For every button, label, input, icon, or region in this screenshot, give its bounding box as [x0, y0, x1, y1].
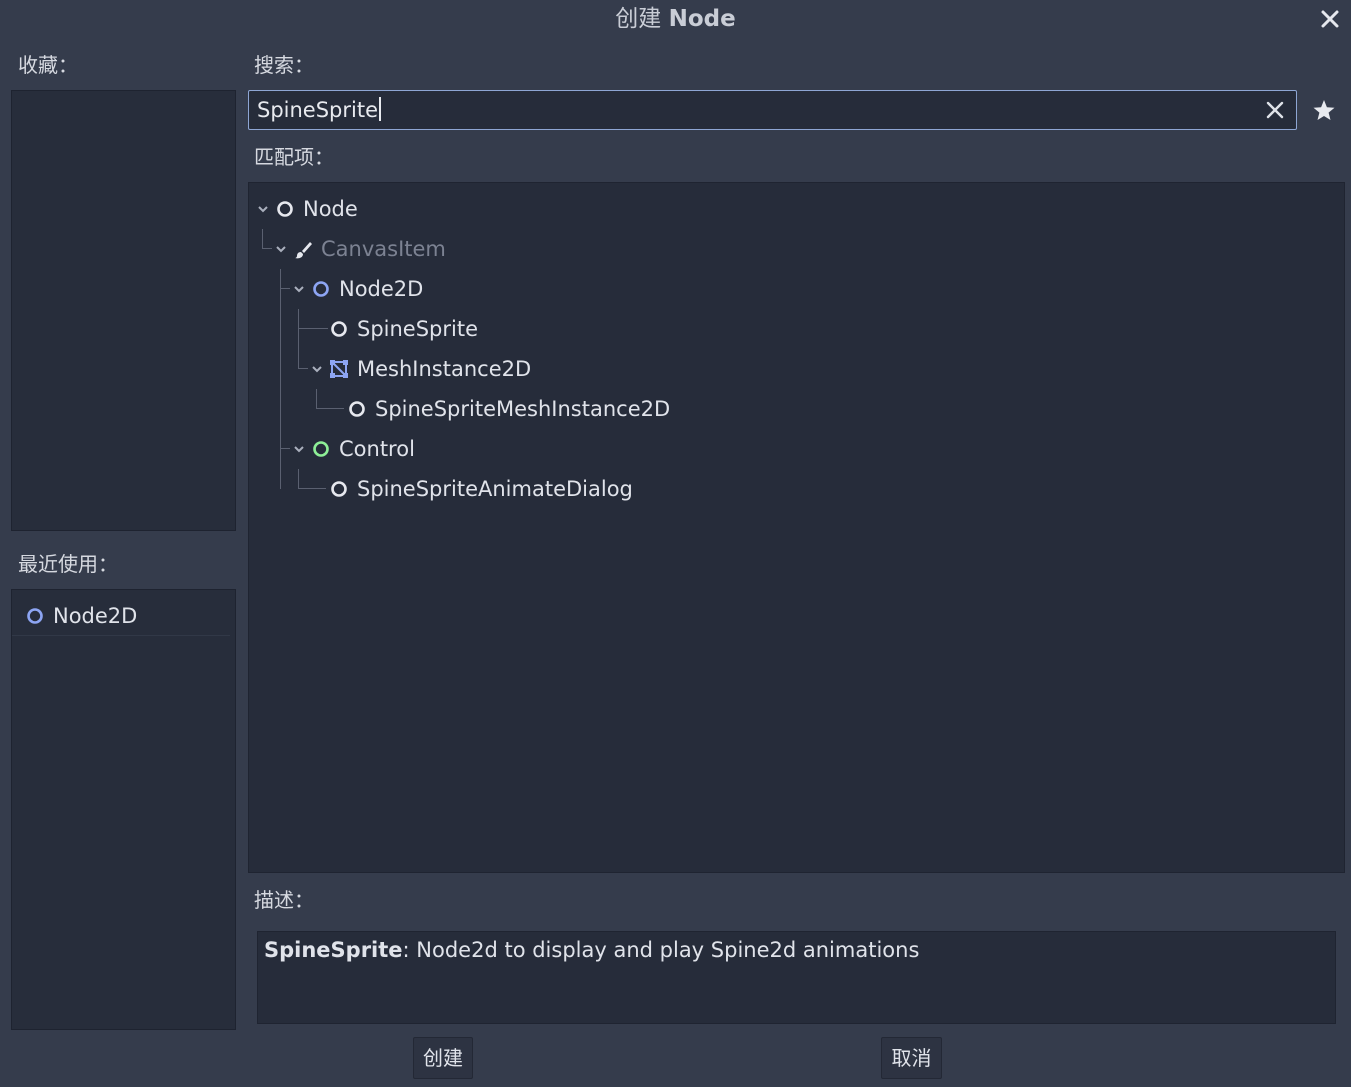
recent-item-label: Node2D: [53, 604, 138, 628]
dialog-title: 创建 Node: [0, 4, 1351, 34]
brush-icon: [295, 242, 312, 259]
chevron-down-icon[interactable]: [293, 443, 305, 455]
clear-search-button[interactable]: [1264, 99, 1286, 121]
dialog-title-prefix: 创建: [615, 6, 662, 32]
tree-item-label: Node: [303, 197, 358, 221]
clear-icon: [1266, 101, 1284, 119]
text-caret: [379, 97, 382, 121]
matches-tree[interactable]: Node CanvasItem Node2D SpineSprite MeshI…: [248, 182, 1345, 873]
mesh-instance-icon: [330, 360, 348, 378]
tree-item-canvasitem[interactable]: CanvasItem: [249, 229, 1344, 269]
favorite-toggle-button[interactable]: [1310, 97, 1338, 125]
chevron-down-icon[interactable]: [257, 203, 269, 215]
tree-item-label: CanvasItem: [321, 237, 446, 261]
description-box: SpineSprite: Node2d to display and play …: [257, 931, 1336, 1024]
tree-item-label: Control: [339, 437, 415, 461]
dialog-title-bold: Node: [668, 6, 736, 32]
cancel-button[interactable]: 取消: [881, 1037, 942, 1079]
node2d-circle-icon: [27, 608, 43, 624]
tree-item-label: SpineSpriteAnimateDialog: [357, 477, 633, 501]
tree-item-control[interactable]: Control: [249, 429, 1344, 469]
tree-item-meshinstance2d[interactable]: MeshInstance2D: [249, 349, 1344, 389]
node-circle-icon: [331, 481, 347, 497]
star-icon: [1313, 100, 1335, 120]
recent-label: 最近使用：: [18, 552, 118, 576]
search-field[interactable]: SpineSprite: [248, 90, 1297, 130]
tree-item-label: MeshInstance2D: [357, 357, 532, 381]
create-node-dialog: 创建 Node 收藏： 最近使用： Node2D 搜索： SpineSprite: [0, 0, 1351, 1087]
search-label: 搜索：: [254, 53, 314, 77]
node-circle-icon: [349, 401, 365, 417]
chevron-down-icon[interactable]: [275, 243, 287, 255]
search-input-value: SpineSprite: [257, 98, 379, 122]
favorites-list[interactable]: [11, 90, 236, 531]
tree-item-label: SpineSpriteMeshInstance2D: [375, 397, 671, 421]
recent-item-node2d[interactable]: Node2D: [12, 596, 230, 636]
close-button[interactable]: [1315, 4, 1345, 34]
tree-item-label: SpineSprite: [357, 317, 479, 341]
tree-item-node[interactable]: Node: [249, 189, 1344, 229]
control-circle-icon: [313, 441, 329, 457]
chevron-down-icon[interactable]: [311, 363, 323, 375]
recent-list[interactable]: [11, 589, 236, 1030]
close-icon: [1321, 10, 1339, 28]
tree-item-node2d[interactable]: Node2D: [249, 269, 1344, 309]
chevron-down-icon[interactable]: [293, 283, 305, 295]
description-class-name: SpineSprite: [264, 938, 403, 962]
tree-item-spinespritemeshinstance2d[interactable]: SpineSpriteMeshInstance2D: [249, 389, 1344, 429]
selection-highlight: [350, 309, 1339, 349]
favorites-label: 收藏：: [18, 53, 78, 77]
node-circle-icon: [277, 201, 293, 217]
title-bar: 创建 Node: [0, 0, 1351, 38]
tree-item-spinesprite[interactable]: SpineSprite: [249, 309, 1344, 349]
tree-item-spinespriteanimatedialog[interactable]: SpineSpriteAnimateDialog: [249, 469, 1344, 509]
tree-item-label: Node2D: [339, 277, 424, 301]
create-button[interactable]: 创建: [413, 1037, 473, 1079]
node2d-circle-icon: [313, 281, 329, 297]
matches-label: 匹配项：: [254, 145, 334, 169]
description-text: : Node2d to display and play Spine2d ani…: [402, 938, 920, 962]
description-label: 描述：: [254, 888, 314, 912]
node-circle-icon: [331, 321, 347, 337]
search-input[interactable]: SpineSprite: [257, 97, 382, 122]
